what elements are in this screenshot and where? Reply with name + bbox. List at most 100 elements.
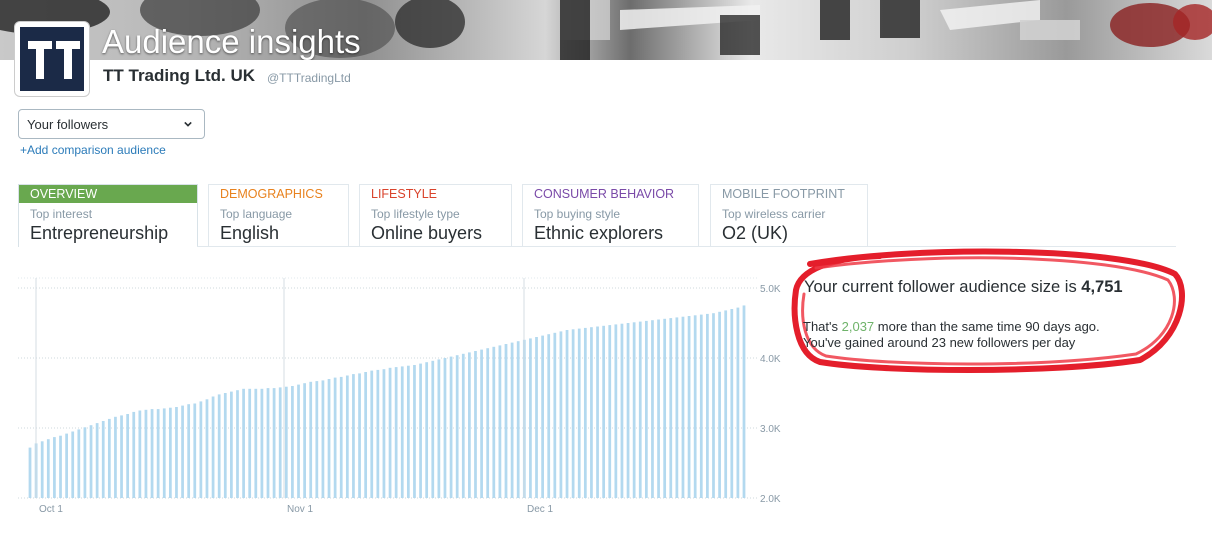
chart-bar [248,388,252,498]
x-tick-label: Nov 1 [287,504,314,515]
chart-bar [486,348,490,498]
chart-bar [83,427,87,498]
x-tick-label: Dec 1 [527,504,554,515]
tab-demographics[interactable]: DEMOGRAPHICS Top language English [208,184,349,247]
audience-select[interactable]: Your followers [18,109,205,139]
chart-bar [260,388,264,498]
chart-bar [77,429,81,498]
chart-bar [120,415,123,498]
tab-demographics-sub: Top language [220,207,293,221]
chart-bar [431,360,435,498]
chart-bar [242,388,245,498]
tab-demographics-label: DEMOGRAPHICS [220,187,323,201]
chart-bar [388,367,392,498]
chart-bar [150,409,154,498]
chart-bar [199,401,203,498]
chart-bar [144,409,148,498]
chart-bar [535,337,538,498]
chart-bar [339,376,343,498]
chart-bar [352,374,355,498]
logo-mark [20,27,84,91]
chart-bar [596,326,599,498]
chart-bar [394,367,398,498]
chart-bar [95,423,99,498]
chart-bar [71,431,75,498]
chart-bar [657,319,660,498]
chart-bar [181,405,184,498]
chart-bar [211,396,215,498]
chart-bar [278,387,282,498]
header-banner: Audience insights [0,0,1212,60]
chart-bar [449,356,453,498]
chart-bar [223,393,227,498]
tab-mobile-footprint-sub: Top wireless carrier [722,207,826,221]
tab-consumer-behavior-label: CONSUMER BEHAVIOR [534,187,675,201]
chart-bar [510,342,514,498]
chart-bar [474,351,477,498]
y-tick-label: 3.0K [760,424,781,435]
chart-bar [266,388,270,498]
chart-bar [205,399,209,498]
tab-demographics-value: English [220,223,280,243]
chart-bar [736,307,740,498]
tab-mobile-footprint-label: MOBILE FOOTPRINT [722,187,845,201]
chart-bar [333,377,337,498]
chart-bar [461,353,465,498]
tab-overview-sub: Top interest [30,207,93,221]
tab-consumer-behavior-value: Ethnic explorers [534,223,664,243]
chart-bar [107,418,111,498]
account-name: TT Trading Ltd. UK [103,66,256,85]
chart-bar [644,320,648,498]
chart-bar [583,327,587,498]
chart-bar [291,386,294,498]
chart-bar [28,447,32,498]
chart-bar [364,372,368,498]
chart-bar [65,433,68,498]
tab-consumer-behavior-sub: Top buying style [534,207,621,221]
chart-bar [413,365,416,498]
chart-bar [53,437,56,498]
chart-bar [626,323,630,498]
audience-size-text: Your current follower audience size is 4… [804,278,1123,297]
tab-overview[interactable]: OVERVIEW Top interest Entrepreneurship [18,184,198,247]
y-tick-label: 5.0K [760,284,781,295]
chart-bar [162,408,166,498]
chart-bar [321,380,325,498]
chart-bar [168,407,172,498]
chart-bar [638,321,642,498]
chart-bar [608,325,612,498]
chart-bar [712,313,715,498]
chart-bar [272,388,276,498]
chart-bar [669,318,673,498]
chart-bar [156,409,160,498]
chart-bar [553,332,557,498]
tab-overview-label: OVERVIEW [19,185,197,203]
chart-bar [455,355,459,498]
chart-bar [230,391,233,498]
chart-bar [730,309,734,498]
chart-bar [40,441,44,498]
chart-bar [138,410,142,498]
chart-bar [480,349,483,498]
tab-lifestyle[interactable]: LIFESTYLE Top lifestyle type Online buye… [359,184,512,247]
add-comparison-audience-link[interactable]: +Add comparison audience [20,143,166,157]
chart-bar [327,379,331,498]
audience-size-value: 4,751 [1081,278,1123,296]
audience-size-panel: Your current follower audience size is 4… [790,246,1190,374]
audience-size-prefix: Your current follower audience size is [804,278,1077,296]
chart-bar [675,317,679,498]
chart-bar [89,425,93,498]
chart-bar [602,325,606,498]
highlight-ring [791,248,1185,373]
chart-bar [193,403,197,498]
chart-bar [297,384,300,498]
page-title: Audience insights [102,23,361,60]
chart-bar [437,359,441,498]
audience-gain-line: That's 2,037 more than the same time 90 … [803,319,1100,334]
tab-lifestyle-label: LIFESTYLE [371,187,437,201]
chart-bar [59,435,62,498]
tab-consumer-behavior[interactable]: CONSUMER BEHAVIOR Top buying style Ethni… [522,184,699,247]
account-logo[interactable] [15,22,89,96]
chart-bar [541,335,544,498]
tab-mobile-footprint[interactable]: MOBILE FOOTPRINT Top wireless carrier O2… [710,184,868,247]
